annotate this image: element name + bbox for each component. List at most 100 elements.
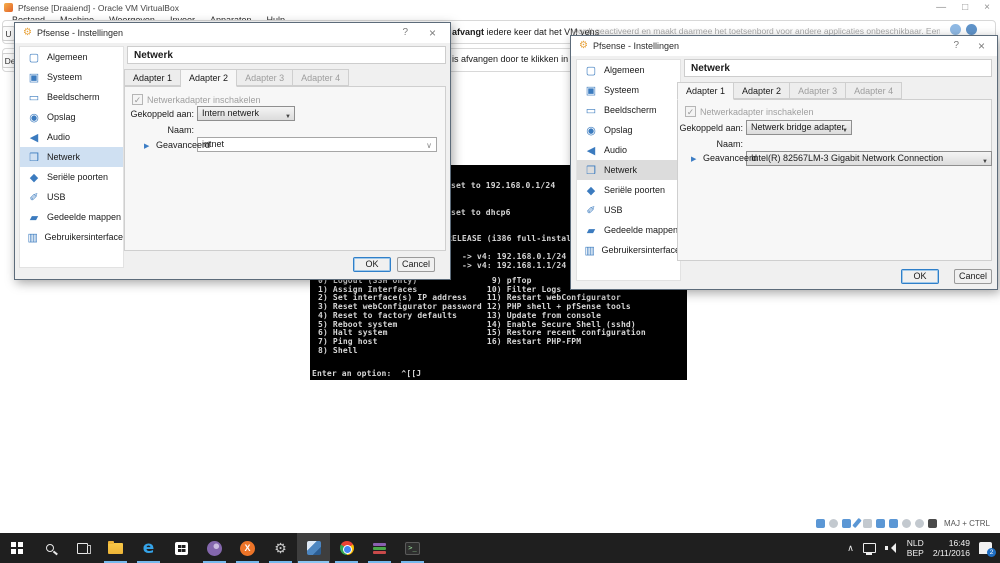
advanced-label[interactable]: Geavanceerd [703, 153, 757, 163]
cancel-button[interactable]: Cancel [397, 257, 435, 272]
close-icon[interactable]: × [429, 26, 436, 40]
maximize-button[interactable]: □ [962, 2, 968, 13]
display-icon: ▭ [583, 104, 599, 117]
clock[interactable]: 16:49 2/11/2016 [933, 538, 970, 558]
store-icon [175, 542, 188, 555]
name-dropdown[interactable]: Intel(R) 82567LM-3 Gigabit Network Conne… [746, 151, 992, 166]
enable-adapter-label: Netwerkadapter inschakelen [700, 107, 814, 117]
chevron-down-icon: ▼ [842, 125, 848, 138]
audio-icon: ◀ [26, 131, 42, 144]
virtualbox-icon [307, 541, 321, 555]
usb-status-icon [902, 519, 911, 528]
name-label: Naam: [124, 125, 194, 135]
taskbar-command-prompt[interactable]: >_ [396, 533, 429, 563]
sidebar-item-audio[interactable]: ◀Audio [20, 127, 123, 147]
user-interface-icon: ▥ [583, 244, 596, 257]
tab-adapter-2[interactable]: Adapter 2 [181, 69, 237, 87]
vm-statusbar: MAJ + CTRL [816, 518, 990, 528]
pen-status-icon [852, 518, 861, 528]
sidebar-item-algemeen[interactable]: ▢Algemeen [20, 47, 123, 67]
action-center-icon[interactable]: 2 [979, 542, 992, 554]
notification-action-icon[interactable] [950, 24, 961, 35]
sidebar-item-usb[interactable]: ✐USB [577, 200, 680, 220]
settings-sidebar: ▢Algemeen ▣Systeem ▭Beeldscherm ◉Opslag … [19, 46, 124, 268]
network-tray-icon[interactable] [863, 543, 876, 553]
sidebar-item-seriele-poorten[interactable]: ◆Seriële poorten [20, 167, 123, 187]
dialog-titlebar[interactable]: ⚙ Pfsense - Instellingen ? × [15, 23, 450, 43]
taskbar-store[interactable] [165, 533, 198, 563]
storage-icon: ◉ [583, 124, 599, 137]
tab-adapter-3[interactable]: Adapter 3 [237, 69, 293, 86]
language-indicator[interactable]: NLD BEP [907, 538, 924, 558]
cancel-button[interactable]: Cancel [954, 269, 992, 284]
tab-adapter-1[interactable]: Adapter 1 [124, 69, 181, 86]
network-status-icon [842, 519, 851, 528]
taskbar-chrome[interactable] [330, 533, 363, 563]
task-view-button[interactable] [66, 533, 99, 563]
tray-chevron-icon[interactable]: ∧ [847, 543, 854, 554]
tray-date: 2/11/2016 [933, 548, 970, 558]
attached-to-label: Gekoppeld aan: [124, 109, 194, 119]
ok-button[interactable]: OK [353, 257, 391, 272]
tab-adapter-2[interactable]: Adapter 2 [734, 82, 790, 99]
name-combobox[interactable]: intnet∨ [197, 137, 437, 152]
advanced-expander-icon[interactable]: ▶ [691, 155, 696, 163]
tab-adapter-4[interactable]: Adapter 4 [293, 69, 349, 86]
tray-time: 16:49 [949, 538, 970, 548]
advanced-label[interactable]: Geavanceerd [156, 140, 210, 150]
dialog-titlebar[interactable]: ⚙ Pfsense - Instellingen ? × [571, 36, 997, 56]
tab-adapter-3[interactable]: Adapter 3 [790, 82, 846, 99]
advanced-expander-icon[interactable]: ▶ [144, 142, 149, 150]
sidebar-item-gebruikersinterface[interactable]: ▥Gebruikersinterface [577, 240, 680, 260]
sidebar-item-gebruikersinterface[interactable]: ▥Gebruikersinterface [20, 227, 123, 247]
notification-count-badge: 2 [987, 548, 996, 557]
sidebar-item-gedeelde-mappen[interactable]: ▰Gedeelde mappen [20, 207, 123, 227]
attached-to-label: Gekoppeld aan: [673, 123, 743, 133]
attached-to-dropdown[interactable]: Intern netwerk▼ [197, 106, 295, 121]
sidebar-item-beeldscherm[interactable]: ▭Beeldscherm [577, 100, 680, 120]
taskbar-virtualbox[interactable] [297, 533, 330, 563]
notification-dismiss-icon[interactable] [966, 24, 977, 35]
help-button[interactable]: ? [402, 27, 408, 38]
sidebar-item-beeldscherm[interactable]: ▭Beeldscherm [20, 87, 123, 107]
sidebar-item-systeem[interactable]: ▣Systeem [20, 67, 123, 87]
sidebar-item-netwerk[interactable]: ❒Netwerk [577, 160, 680, 180]
console-line-release: RELEASE (i386 full-instal [447, 235, 571, 244]
sidebar-item-seriele-poorten[interactable]: ◆Seriële poorten [577, 180, 680, 200]
sidebar-item-gedeelde-mappen[interactable]: ▰Gedeelde mappen [577, 220, 680, 240]
sidebar-item-opslag[interactable]: ◉Opslag [20, 107, 123, 127]
taskbar-search-button[interactable] [33, 533, 66, 563]
taskbar-file-explorer[interactable] [99, 533, 132, 563]
minimize-button[interactable]: — [936, 2, 946, 13]
sidebar-item-usb[interactable]: ✐USB [20, 187, 123, 207]
ok-button[interactable]: OK [901, 269, 939, 284]
sidebar-item-netwerk[interactable]: ❒Netwerk [20, 147, 123, 167]
tab-adapter-1[interactable]: Adapter 1 [677, 82, 734, 100]
virtualbox-app-icon [4, 3, 13, 12]
console-prompt[interactable]: Enter an option: ^[[J [312, 370, 421, 379]
usb-icon: ✐ [26, 191, 42, 204]
taskbar-xampp[interactable]: X [231, 533, 264, 563]
sidebar-item-opslag[interactable]: ◉Opslag [577, 120, 680, 140]
sidebar-item-audio[interactable]: ◀Audio [577, 140, 680, 160]
taskbar-winrar[interactable] [363, 533, 396, 563]
bittorrent-icon [207, 541, 222, 556]
attached-to-dropdown[interactable]: Netwerk bridge adapter▼ [746, 120, 852, 135]
enable-adapter-checkbox[interactable]: ✓ [685, 106, 696, 117]
taskbar-bittorrent[interactable] [198, 533, 231, 563]
speaker-icon[interactable] [885, 543, 898, 553]
sidebar-item-systeem[interactable]: ▣Systeem [577, 80, 680, 100]
start-button[interactable] [0, 533, 33, 563]
console-line-lan-ip: set to 192.168.0.1/24 [451, 182, 555, 191]
enable-adapter-checkbox[interactable]: ✓ [132, 94, 143, 105]
sidebar-item-algemeen[interactable]: ▢Algemeen [577, 60, 680, 80]
taskbar-edge[interactable]: e [132, 533, 165, 563]
taskbar-gear-app[interactable]: ⚙ [264, 533, 297, 563]
close-button[interactable]: × [984, 2, 990, 13]
network-icon: ❒ [26, 151, 42, 164]
close-icon[interactable]: × [978, 39, 985, 53]
tab-adapter-4[interactable]: Adapter 4 [846, 82, 902, 99]
audio-icon: ◀ [583, 144, 599, 157]
help-button[interactable]: ? [953, 40, 959, 51]
settings-dialog-right: ⚙ Pfsense - Instellingen ? × ▢Algemeen ▣… [570, 35, 998, 290]
